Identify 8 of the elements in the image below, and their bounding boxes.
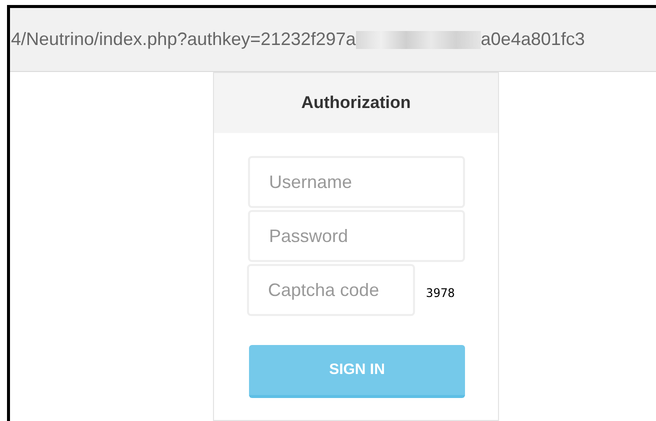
url-text: 4/Neutrino/index.php?authkey=21232f297a (11, 28, 356, 51)
captcha-image: 3978 (426, 285, 455, 302)
address-bar[interactable]: 4/Neutrino/index.php?authkey=21232f297a a0e4a801fc3 (10, 8, 656, 72)
input-field[interactable]: Captcha code (247, 264, 415, 316)
card-title: Authorization (301, 92, 411, 114)
input-field[interactable]: Username (248, 156, 465, 208)
input-field[interactable]: Password (248, 210, 465, 262)
url-text: a0e4a801fc3 (480, 28, 585, 51)
